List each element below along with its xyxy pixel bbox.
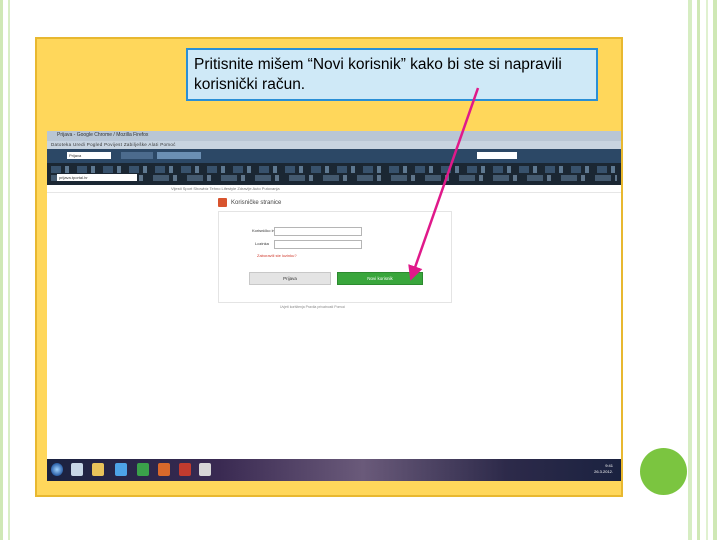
- decor-circle: [640, 448, 687, 495]
- pointer-arrow: [408, 87, 480, 281]
